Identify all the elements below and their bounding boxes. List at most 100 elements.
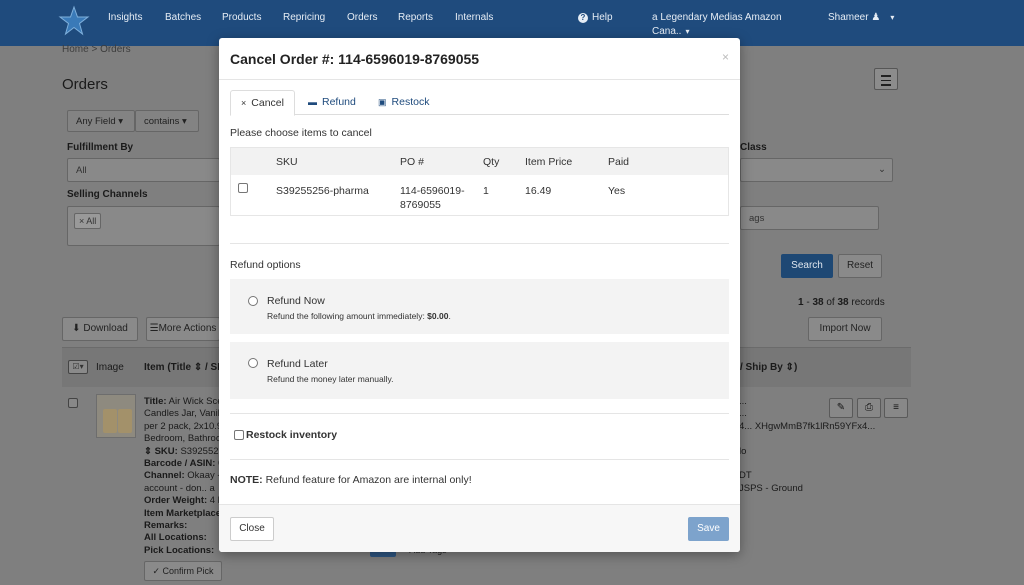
- item-price: 16.49: [525, 185, 552, 197]
- help-icon: ?: [578, 13, 588, 23]
- more-actions-button[interactable]: ☰More Actions: [146, 317, 220, 341]
- item-detail-line: Item Marketplace: [144, 508, 222, 519]
- item-detail-line: account - don.. a: [144, 483, 222, 494]
- item-qty: 1: [483, 185, 489, 197]
- fulfillment-select[interactable]: All: [67, 158, 220, 182]
- refund-now-option[interactable]: Refund Now Refund the following amount i…: [230, 279, 729, 334]
- menu-icon: ≡: [893, 402, 899, 413]
- page-menu-button[interactable]: [874, 68, 898, 90]
- download-button[interactable]: ⬇ Download: [62, 317, 138, 341]
- select-all-dropdown[interactable]: ☑▾: [68, 360, 88, 374]
- item-detail-line: per 2 pack, 2x10.9: [144, 421, 222, 432]
- tab-restock[interactable]: ▣ Restock: [368, 90, 439, 115]
- pencil-icon: ✎: [836, 402, 846, 413]
- refund-later-radio[interactable]: [248, 358, 258, 368]
- confirm-pick-label: Confirm Pick: [162, 566, 214, 576]
- nav-orders[interactable]: Orders: [347, 12, 378, 23]
- product-image[interactable]: [96, 394, 136, 438]
- item-po-line2: 8769055: [400, 199, 441, 211]
- download-icon: ⬇: [72, 323, 84, 334]
- refund-options-label: Refund options: [230, 259, 301, 271]
- refund-now-radio[interactable]: [248, 296, 258, 306]
- item-po: 114-6596019- 8769055: [400, 184, 465, 212]
- print-order-button[interactable]: ⎙: [857, 398, 881, 418]
- item-detail-line: Title: Air Wick Scen: [144, 396, 222, 407]
- help-label: Help: [592, 12, 613, 23]
- refund-now-title: Refund Now: [267, 295, 325, 307]
- download-label: Download: [83, 323, 128, 334]
- refund-later-title: Refund Later: [267, 358, 328, 370]
- ship-detail-line: lo: [739, 445, 747, 457]
- item-detail-value: Candles Jar, Vanill: [144, 408, 222, 420]
- user-name: Shameer: [828, 12, 869, 23]
- filter-field-dropdown[interactable]: Any Field ▾: [67, 110, 135, 132]
- class-select[interactable]: ⌄: [740, 158, 893, 182]
- user-icon: ♟: [871, 12, 881, 23]
- reset-button[interactable]: Reset: [838, 254, 882, 278]
- ship-detail-line: ...: [739, 396, 747, 407]
- item-detail-key: Order Weight:: [144, 495, 208, 507]
- channels-label: Selling Channels: [67, 189, 148, 200]
- nav-reports[interactable]: Reports: [398, 12, 433, 23]
- item-detail-value: per 2 pack, 2x10.9: [144, 420, 222, 432]
- item-detail-line: Channel: Okaay -: [144, 470, 222, 481]
- nav-repricing[interactable]: Repricing: [283, 12, 325, 23]
- check-icon: ✓: [152, 566, 163, 576]
- filter-operator-label: contains: [144, 116, 180, 127]
- import-now-button[interactable]: Import Now: [808, 317, 882, 341]
- item-checkbox[interactable]: [238, 183, 248, 193]
- tab-cancel[interactable]: × Cancel: [230, 90, 295, 116]
- ship-detail-line: 4... XHgwMmB7fk1lRn59YFx4...: [739, 420, 876, 432]
- tags-input[interactable]: ags: [740, 206, 879, 230]
- item-detail-key: Channel:: [144, 470, 185, 482]
- ship-detail-line: JSPS - Ground: [739, 482, 803, 494]
- col-item[interactable]: Item (Title ⇕ / SKU: [144, 362, 220, 373]
- row-checkbox[interactable]: [68, 398, 78, 408]
- order-menu-button[interactable]: ≡: [884, 398, 908, 418]
- nav-internals[interactable]: Internals: [455, 12, 493, 23]
- cancel-items-header: SKU PO # Qty Item Price Paid: [231, 148, 728, 175]
- nav-insights[interactable]: Insights: [108, 12, 142, 23]
- item-detail-line: Order Weight: 4 lb: [144, 495, 222, 506]
- confirm-pick-button[interactable]: ✓ Confirm Pick: [144, 561, 222, 581]
- nav-help[interactable]: ? Help: [578, 12, 613, 23]
- nav-batches[interactable]: Batches: [165, 12, 201, 23]
- account-region[interactable]: Cana.. ▾: [652, 26, 689, 37]
- choose-items-instruction: Please choose items to cancel: [230, 127, 372, 139]
- item-detail-line: Pick Locations:: [144, 545, 222, 556]
- search-button[interactable]: Search: [781, 254, 833, 278]
- item-detail-key: Item Marketplace: [144, 507, 222, 519]
- restock-checkbox[interactable]: [234, 430, 244, 440]
- refund-later-option[interactable]: Refund Later Refund the money later manu…: [230, 342, 729, 399]
- restock-label[interactable]: Restock inventory: [246, 429, 337, 441]
- col-qty: Qty: [483, 156, 500, 168]
- nav-products[interactable]: Products: [222, 12, 261, 23]
- credit-card-icon: ▬: [308, 97, 317, 107]
- filter-operator-dropdown[interactable]: contains ▾: [135, 110, 199, 132]
- refund-note: NOTE: Refund feature for Amazon are inte…: [230, 474, 472, 486]
- edit-order-button[interactable]: ✎: [829, 398, 853, 418]
- app-logo-icon[interactable]: [58, 5, 90, 37]
- records-count: 1 - 38 of 38 records: [798, 297, 885, 308]
- tab-refund[interactable]: ▬ Refund: [298, 90, 366, 115]
- item-detail-line: ⇕ SKU: S39255256: [144, 446, 222, 457]
- records-of: of: [823, 297, 838, 308]
- fulfillment-label: Fulfillment By: [67, 142, 134, 153]
- breadcrumb[interactable]: Home > Orders: [62, 44, 131, 55]
- account-switcher[interactable]: a Legendary Medias Amazon: [652, 12, 782, 23]
- save-button[interactable]: Save: [688, 517, 729, 541]
- print-icon: ⎙: [865, 402, 873, 413]
- col-ship-by[interactable]: / Ship By ⇕): [740, 362, 797, 373]
- close-icon: ×: [241, 98, 247, 108]
- channels-input[interactable]: × All: [67, 206, 220, 246]
- close-button[interactable]: Close: [230, 517, 274, 541]
- item-po-line1: 114-6596019-: [400, 185, 465, 197]
- col-item-price: Item Price: [525, 156, 573, 168]
- product-jar-icon: [118, 409, 132, 433]
- close-icon[interactable]: ×: [722, 50, 729, 64]
- channel-chip-all[interactable]: × All: [74, 213, 102, 229]
- refund-now-amount: $0.00: [427, 311, 449, 321]
- item-detail-key: Pick Locations:: [144, 544, 215, 556]
- user-menu[interactable]: Shameer ♟ ▾: [828, 12, 894, 23]
- class-label: Class: [740, 142, 767, 153]
